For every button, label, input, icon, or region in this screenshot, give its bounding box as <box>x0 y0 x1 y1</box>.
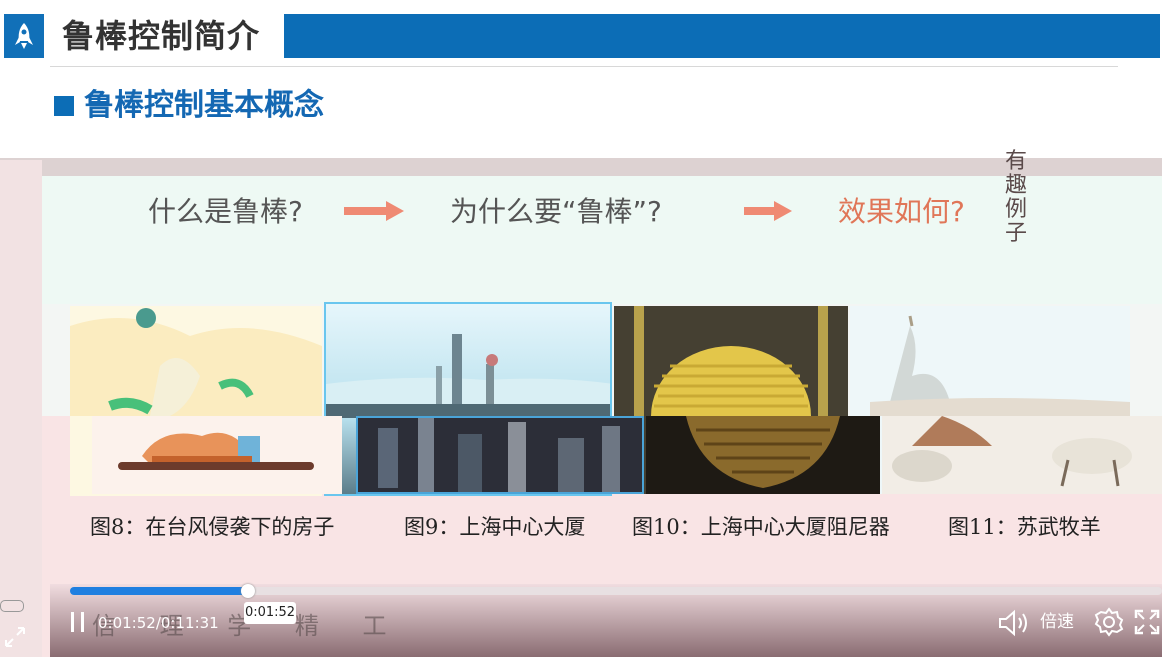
glitch-band <box>0 158 1162 176</box>
figure-10-caption: 图10：上海中心大厦阻尼器 <box>632 515 890 539</box>
bullet-square-icon <box>54 96 74 116</box>
progress-fill <box>70 587 247 595</box>
question-why: 为什么要“鲁棒”? <box>450 195 662 228</box>
figure-8-caption: 图8：在台风侵袭下的房子 <box>90 515 335 539</box>
figure-11-image-lower <box>882 416 1162 494</box>
left-strip <box>0 160 42 657</box>
title-bar <box>284 14 1160 58</box>
section-title: 鲁棒控制基本概念 <box>84 88 324 123</box>
divider <box>50 66 1118 67</box>
figure-10-image-lower <box>646 416 880 494</box>
question-what: 什么是鲁棒? <box>148 195 303 228</box>
arrow-right-icon <box>744 201 792 221</box>
progress-handle[interactable] <box>241 584 255 598</box>
speed-button[interactable]: 倍速 <box>1040 610 1074 634</box>
mini-toggle[interactable] <box>0 600 24 612</box>
figure-8-image-lower <box>92 416 342 494</box>
side-note: 有趣例子 <box>1004 149 1027 246</box>
fullscreen-icon[interactable] <box>1134 609 1160 635</box>
figure-9-caption: 图9：上海中心大厦 <box>404 515 586 539</box>
volume-icon[interactable] <box>998 609 1030 637</box>
page-title: 鲁棒控制简介 <box>62 17 261 55</box>
time-tooltip: 0:01:52 <box>244 602 296 624</box>
pause-icon[interactable] <box>70 611 86 633</box>
figure-9-image-lower <box>356 416 644 494</box>
time-display: 0:01:52/0:11:31 <box>98 614 219 632</box>
expand-icon[interactable] <box>4 626 26 648</box>
figure-11-caption: 图11：苏武牧羊 <box>948 515 1101 539</box>
logo <box>4 14 44 58</box>
rocket-icon <box>15 23 33 49</box>
arrow-right-icon <box>344 201 404 221</box>
gear-icon[interactable] <box>1094 607 1124 637</box>
question-effect: 效果如何? <box>838 195 965 228</box>
